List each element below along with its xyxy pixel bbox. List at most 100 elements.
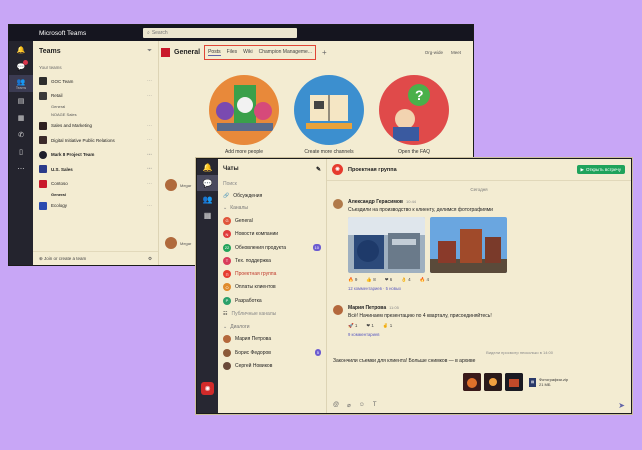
calendar-icon: ▦ bbox=[203, 210, 212, 220]
rail-chat[interactable]: 💬 bbox=[9, 58, 33, 75]
reaction[interactable]: 🔥 4 bbox=[420, 277, 429, 283]
team-item[interactable]: Mark 8 Project Team ⋯ bbox=[33, 148, 158, 162]
more-icon[interactable]: ⋯ bbox=[147, 203, 152, 209]
tab-wiki[interactable]: Wiki bbox=[243, 49, 252, 55]
comments-link[interactable]: 12 комментариев · 5 новых bbox=[348, 286, 507, 291]
tab-posts[interactable]: Posts bbox=[208, 49, 221, 56]
rail-calls[interactable]: ✆ bbox=[9, 126, 33, 143]
search-input[interactable]: ⌕ Search bbox=[143, 28, 297, 38]
team-item[interactable]: Sales and Marketing ⋯ bbox=[33, 119, 158, 133]
rail-notifications[interactable]: 🔔 bbox=[197, 159, 218, 175]
channel-item[interactable]: 22 Обновления продукта 10 bbox=[218, 241, 326, 254]
feature-add-people[interactable]: Add more people bbox=[199, 75, 289, 155]
team-item[interactable]: U.S. Sales ⋯ bbox=[33, 162, 158, 176]
panel-title: Teams bbox=[39, 47, 61, 55]
open-meeting-button[interactable]: ▶ Открыть встречу bbox=[576, 165, 625, 174]
factory-photo[interactable] bbox=[348, 217, 425, 273]
more-icon[interactable]: ⋯ bbox=[147, 123, 152, 129]
mention-icon[interactable]: @ bbox=[333, 402, 339, 408]
rail-calendar[interactable]: ▦ bbox=[197, 207, 218, 223]
channel-item-selected[interactable]: П Проектная группа bbox=[218, 267, 326, 280]
settings-icon[interactable]: ⚙ bbox=[148, 256, 152, 262]
dialog-item[interactable]: Сергей Новиков bbox=[218, 359, 326, 372]
more-icon[interactable]: ⋯ bbox=[147, 166, 152, 172]
dialogs-section[interactable]: ⌄ Диалоги bbox=[218, 321, 326, 333]
messenger-rail: 🔔 💬 👥 ▦ ✺ bbox=[197, 159, 218, 413]
reaction[interactable]: 🚀 1 bbox=[348, 323, 357, 329]
message-time: 10:44 bbox=[406, 199, 417, 204]
channel-item[interactable]: O Оплаты клиентов bbox=[218, 281, 326, 294]
app-logo-icon[interactable]: ✺ bbox=[201, 382, 214, 395]
reaction[interactable]: 👍 8 bbox=[366, 277, 375, 283]
comments-link[interactable]: 9 комментариев bbox=[348, 332, 492, 337]
team-item[interactable]: Contoso ⋯ bbox=[33, 176, 158, 190]
rail-teams[interactable]: 👥 Teams bbox=[9, 75, 33, 92]
channel-header: General Posts Files Wiki Champion Manage… bbox=[159, 41, 473, 63]
rail-more[interactable]: ⋯ bbox=[9, 160, 33, 177]
send-icon[interactable]: ➤ bbox=[618, 401, 625, 410]
team-name: GOC Team bbox=[51, 78, 74, 84]
reaction[interactable]: ✌ 1 bbox=[383, 323, 392, 329]
dialog-name: Борис Федоров bbox=[235, 349, 271, 356]
rail-assignments[interactable]: ▤ bbox=[9, 92, 33, 109]
rail-calendar[interactable]: ▦ bbox=[9, 109, 33, 126]
file-attachment[interactable]: ▤ Фотографии.zip 21 МБ bbox=[529, 377, 568, 387]
channels-section[interactable]: ⌄ Каналы bbox=[218, 202, 326, 214]
channel-item[interactable]: P Разработка bbox=[218, 294, 326, 307]
reaction[interactable]: ❤ 6 bbox=[385, 277, 393, 283]
compose-icon[interactable]: ✎ bbox=[316, 166, 321, 173]
reaction[interactable]: 🔥 9 bbox=[348, 277, 357, 283]
feature-open-faq[interactable]: ? Open the FAQ bbox=[369, 75, 459, 155]
channel-item[interactable]: G General bbox=[218, 214, 326, 227]
attach-icon[interactable]: ⌀ bbox=[347, 402, 351, 409]
dialogs-label: Диалоги bbox=[230, 323, 250, 330]
channel-item[interactable]: General bbox=[33, 191, 158, 199]
rail-files[interactable]: ▯ bbox=[9, 143, 33, 160]
team-item[interactable]: Retail ⋯ bbox=[33, 88, 158, 102]
channel-item[interactable]: NOAGE Sales bbox=[33, 111, 158, 119]
more-icon[interactable]: ⋯ bbox=[147, 152, 152, 158]
channel-item[interactable]: N Новости компании bbox=[218, 228, 326, 241]
rail-chats[interactable]: 💬 bbox=[197, 175, 218, 191]
team-item[interactable]: GOC Team ⋯ bbox=[33, 74, 158, 88]
building-photo[interactable] bbox=[430, 217, 507, 273]
rail-activity[interactable]: 🔔 bbox=[9, 41, 33, 58]
meet-button[interactable]: Meet bbox=[451, 50, 461, 55]
discussions-item[interactable]: 🔗 Обсуждения bbox=[218, 189, 326, 202]
dialog-item[interactable]: Борис Федоров 5 bbox=[218, 346, 326, 359]
tab-champion[interactable]: Champion Manageme... bbox=[259, 49, 312, 55]
public-channels-item[interactable]: ☷ Публичные каналы bbox=[218, 307, 326, 320]
more-icon[interactable]: ⋯ bbox=[147, 137, 152, 143]
filter-icon[interactable]: ⏷ bbox=[147, 48, 152, 55]
message-text: Съездили на производство к клиенту, дели… bbox=[348, 207, 493, 213]
channel-item[interactable]: General bbox=[33, 103, 158, 111]
reaction[interactable]: 👌 4 bbox=[401, 277, 410, 283]
feature-create-channels[interactable]: Create more channels bbox=[284, 75, 374, 155]
bell-icon: 🔔 bbox=[16, 46, 26, 54]
team-item[interactable]: Digital Initiative Public Relations ⋯ bbox=[33, 133, 158, 147]
thumbnail[interactable] bbox=[505, 373, 523, 391]
tab-files[interactable]: Files bbox=[227, 49, 238, 55]
more-icon[interactable]: ⋯ bbox=[147, 78, 152, 84]
message-composer[interactable]: @ ⌀ ☺ T ➤ bbox=[327, 397, 631, 413]
join-team-bar[interactable]: ⊕ Join or create a team ⚙ bbox=[33, 251, 158, 265]
factory-photo-image bbox=[348, 217, 425, 273]
team-item[interactable]: Ecology ⋯ bbox=[33, 199, 158, 213]
search-input[interactable]: Поиск bbox=[223, 179, 321, 189]
photo-gallery bbox=[348, 217, 507, 273]
chat-header: ✺ Проектная группа ▶ Открыть встречу bbox=[327, 159, 631, 181]
more-icon[interactable]: ⋯ bbox=[147, 181, 152, 187]
dialog-item[interactable]: Мария Петрова bbox=[218, 333, 326, 346]
add-tab-icon[interactable]: + bbox=[322, 48, 327, 57]
chevron-down-icon: ⌄ bbox=[223, 323, 228, 330]
channel-item[interactable]: T Тех. поддержка bbox=[218, 254, 326, 267]
reaction[interactable]: ❤ 1 bbox=[366, 323, 374, 329]
thumbnail[interactable] bbox=[484, 373, 502, 391]
team-avatar bbox=[39, 77, 47, 86]
rail-contacts[interactable]: 👥 bbox=[197, 191, 218, 207]
more-icon[interactable]: ⋯ bbox=[147, 93, 152, 99]
org-wide-button[interactable]: Org-wide bbox=[425, 50, 443, 55]
format-icon[interactable]: T bbox=[373, 402, 377, 408]
emoji-icon[interactable]: ☺ bbox=[359, 402, 365, 408]
thumbnail[interactable] bbox=[463, 373, 481, 391]
